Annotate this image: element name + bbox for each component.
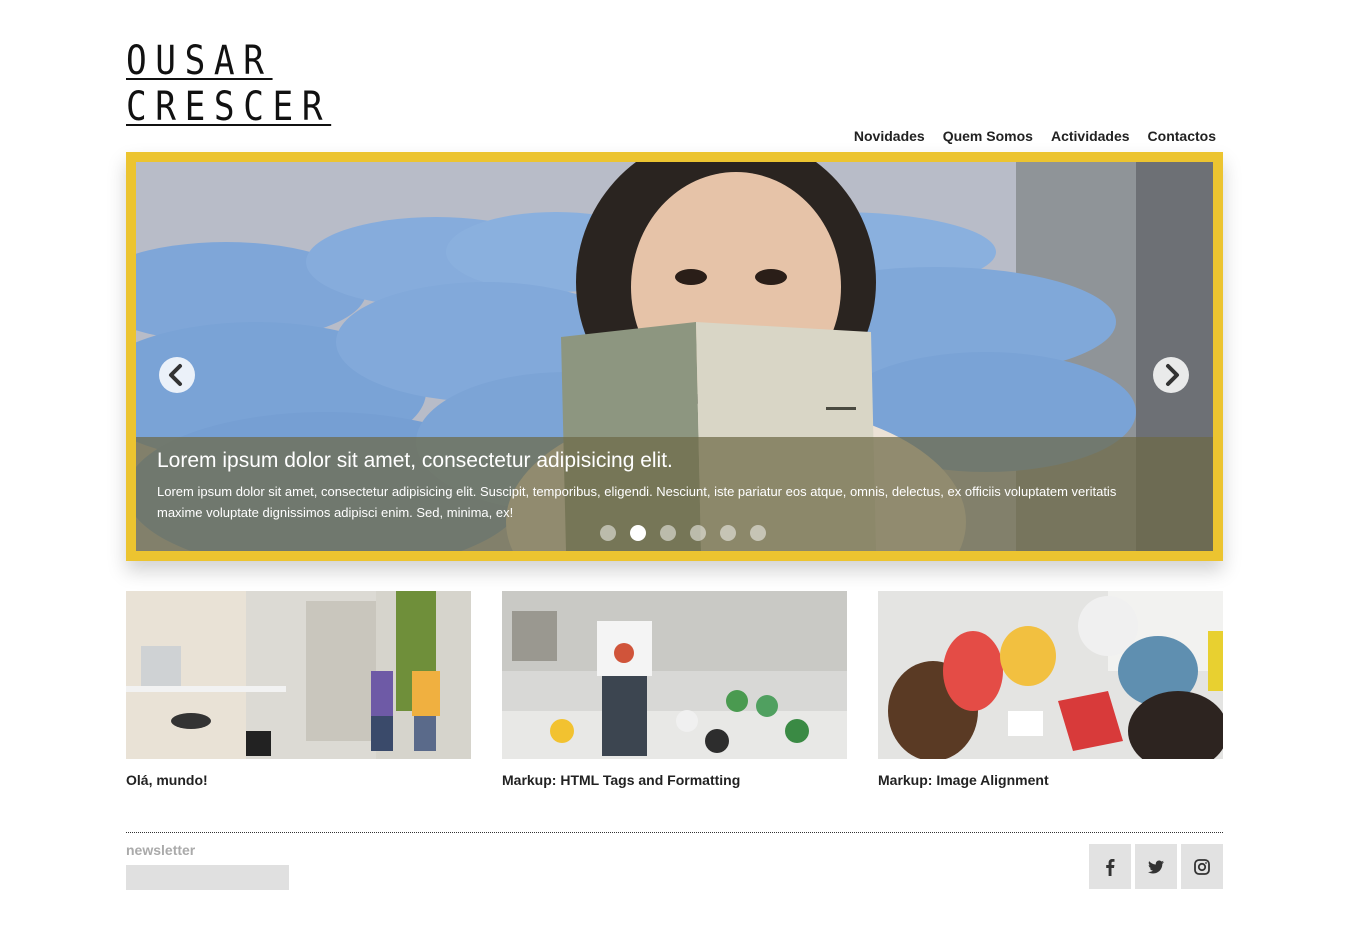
post-photo bbox=[502, 591, 847, 759]
twitter-icon bbox=[1148, 860, 1164, 873]
twitter-link[interactable] bbox=[1135, 844, 1177, 889]
slider-dot-6[interactable] bbox=[750, 525, 766, 541]
prev-slide-button[interactable] bbox=[159, 357, 195, 393]
instagram-icon bbox=[1194, 858, 1210, 875]
slider-dot-3[interactable] bbox=[660, 525, 676, 541]
slide-caption-text: Lorem ipsum dolor sit amet, consectetur … bbox=[157, 484, 1117, 520]
instagram-link[interactable] bbox=[1181, 844, 1223, 889]
post-photo bbox=[126, 591, 471, 759]
nav-item-contactos[interactable]: Contactos bbox=[1148, 128, 1216, 144]
facebook-icon bbox=[1106, 858, 1115, 876]
post-thumbnail[interactable] bbox=[502, 591, 847, 759]
slide-caption-title: Lorem ipsum dolor sit amet, consectetur … bbox=[157, 449, 673, 472]
logo-line-2: CRESCER bbox=[126, 84, 332, 130]
slider-dot-5[interactable] bbox=[720, 525, 736, 541]
post-card[interactable]: Markup: HTML Tags and Formatting bbox=[502, 591, 847, 788]
post-title[interactable]: Olá, mundo! bbox=[126, 772, 471, 788]
logo-line-1: OUSAR bbox=[126, 38, 273, 84]
site-logo[interactable]: OUSAR CRESCER bbox=[126, 38, 332, 130]
post-card[interactable]: Olá, mundo! bbox=[126, 591, 471, 788]
post-title[interactable]: Markup: Image Alignment bbox=[878, 772, 1223, 788]
chevron-left-icon bbox=[169, 364, 182, 386]
post-thumbnail[interactable] bbox=[878, 591, 1223, 759]
main-nav: Novidades Quem Somos Actividades Contact… bbox=[854, 128, 1216, 144]
newsletter-email-input[interactable] bbox=[126, 865, 289, 890]
posts-grid: Olá, mundo! Markup: HTML Tags and Format… bbox=[126, 591, 1223, 788]
slider-dot-4[interactable] bbox=[690, 525, 706, 541]
nav-item-quem-somos[interactable]: Quem Somos bbox=[943, 128, 1033, 144]
slider-pagination bbox=[600, 525, 766, 541]
post-thumbnail[interactable] bbox=[126, 591, 471, 759]
post-title[interactable]: Markup: HTML Tags and Formatting bbox=[502, 772, 847, 788]
nav-item-novidades[interactable]: Novidades bbox=[854, 128, 925, 144]
footer-divider bbox=[126, 832, 1223, 833]
nav-item-actividades[interactable]: Actividades bbox=[1051, 128, 1130, 144]
social-links bbox=[1089, 844, 1223, 889]
post-photo bbox=[878, 591, 1223, 759]
chevron-right-icon bbox=[1166, 364, 1179, 386]
slide-caption: Lorem ipsum dolor sit amet, consectetur … bbox=[136, 437, 1213, 551]
slider-dot-1[interactable] bbox=[600, 525, 616, 541]
slider-dot-2[interactable] bbox=[630, 525, 646, 541]
newsletter-label: newsletter bbox=[126, 842, 196, 858]
hero-slider: Lorem ipsum dolor sit amet, consectetur … bbox=[126, 152, 1223, 561]
post-card[interactable]: Markup: Image Alignment bbox=[878, 591, 1223, 788]
next-slide-button[interactable] bbox=[1153, 357, 1189, 393]
facebook-link[interactable] bbox=[1089, 844, 1131, 889]
